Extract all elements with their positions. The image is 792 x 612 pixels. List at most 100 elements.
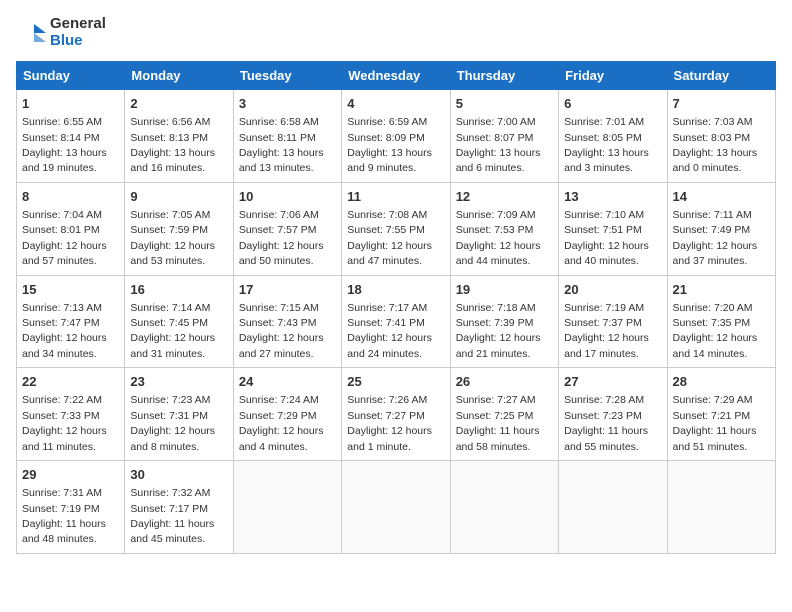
day-info: Sunrise: 7:11 AMSunset: 7:49 PMDaylight:… bbox=[673, 209, 758, 267]
day-cell bbox=[233, 461, 341, 554]
day-number: 6 bbox=[564, 95, 661, 113]
day-number: 4 bbox=[347, 95, 444, 113]
day-number: 7 bbox=[673, 95, 770, 113]
day-cell: 14 Sunrise: 7:11 AMSunset: 7:49 PMDayligh… bbox=[667, 182, 775, 275]
week-row-2: 8Sunrise: 7:04 AMSunset: 8:01 PMDaylight… bbox=[17, 182, 776, 275]
day-cell: 19 Sunrise: 7:18 AMSunset: 7:39 PMDayligh… bbox=[450, 275, 558, 368]
logo: General Blue bbox=[16, 16, 106, 49]
day-info: Sunrise: 6:59 AMSunset: 8:09 PMDaylight:… bbox=[347, 116, 432, 174]
day-info: Sunrise: 7:31 AMSunset: 7:19 PMDaylight:… bbox=[22, 487, 106, 545]
day-number: 27 bbox=[564, 373, 661, 391]
day-number: 14 bbox=[673, 188, 770, 206]
day-cell: 21Sunrise: 7:20 AMSunset: 7:35 PMDayligh… bbox=[667, 275, 775, 368]
header-cell-wednesday: Wednesday bbox=[342, 62, 450, 90]
day-number: 16 bbox=[130, 281, 227, 299]
header-cell-sunday: Sunday bbox=[17, 62, 125, 90]
day-info: Sunrise: 6:55 AMSunset: 8:14 PMDaylight:… bbox=[22, 116, 107, 174]
day-info: Sunrise: 7:15 AMSunset: 7:43 PMDaylight:… bbox=[239, 302, 324, 360]
day-cell: 2 Sunrise: 6:56 AMSunset: 8:13 PMDaylight… bbox=[125, 90, 233, 183]
day-cell: 24 Sunrise: 7:24 AMSunset: 7:29 PMDayligh… bbox=[233, 368, 341, 461]
day-info: Sunrise: 7:06 AMSunset: 7:57 PMDaylight:… bbox=[239, 209, 324, 267]
day-info: Sunrise: 7:00 AMSunset: 8:07 PMDaylight:… bbox=[456, 116, 541, 174]
day-number: 29 bbox=[22, 466, 119, 484]
week-row-1: 1 Sunrise: 6:55 AMSunset: 8:14 PMDaylight… bbox=[17, 90, 776, 183]
day-cell: 12 Sunrise: 7:09 AMSunset: 7:53 PMDayligh… bbox=[450, 182, 558, 275]
page-header: General Blue bbox=[16, 16, 776, 49]
day-info: Sunrise: 7:23 AMSunset: 7:31 PMDaylight:… bbox=[130, 394, 215, 452]
day-number: 9 bbox=[130, 188, 227, 206]
day-number: 25 bbox=[347, 373, 444, 391]
day-info: Sunrise: 7:04 AMSunset: 8:01 PMDaylight:… bbox=[22, 209, 107, 267]
day-info: Sunrise: 7:22 AMSunset: 7:33 PMDaylight:… bbox=[22, 394, 107, 452]
header-cell-thursday: Thursday bbox=[450, 62, 558, 90]
day-number: 30 bbox=[130, 466, 227, 484]
day-info: Sunrise: 7:03 AMSunset: 8:03 PMDaylight:… bbox=[673, 116, 758, 174]
day-info: Sunrise: 7:13 AMSunset: 7:47 PMDaylight:… bbox=[22, 302, 107, 360]
day-cell: 7 Sunrise: 7:03 AMSunset: 8:03 PMDaylight… bbox=[667, 90, 775, 183]
day-cell: 5 Sunrise: 7:00 AMSunset: 8:07 PMDaylight… bbox=[450, 90, 558, 183]
day-cell: 22 Sunrise: 7:22 AMSunset: 7:33 PMDayligh… bbox=[17, 368, 125, 461]
day-number: 19 bbox=[456, 281, 553, 299]
day-info: Sunrise: 6:56 AMSunset: 8:13 PMDaylight:… bbox=[130, 116, 215, 174]
day-info: Sunrise: 7:09 AMSunset: 7:53 PMDaylight:… bbox=[456, 209, 541, 267]
day-cell: 13 Sunrise: 7:10 AMSunset: 7:51 PMDayligh… bbox=[559, 182, 667, 275]
day-number: 17 bbox=[239, 281, 336, 299]
day-info: Sunrise: 7:10 AMSunset: 7:51 PMDaylight:… bbox=[564, 209, 649, 267]
day-info: Sunrise: 7:01 AMSunset: 8:05 PMDaylight:… bbox=[564, 116, 649, 174]
week-row-5: 29 Sunrise: 7:31 AMSunset: 7:19 PMDayligh… bbox=[17, 461, 776, 554]
day-cell: 20 Sunrise: 7:19 AMSunset: 7:37 PMDayligh… bbox=[559, 275, 667, 368]
day-cell: 25Sunrise: 7:26 AMSunset: 7:27 PMDayligh… bbox=[342, 368, 450, 461]
day-info: Sunrise: 7:32 AMSunset: 7:17 PMDaylight:… bbox=[130, 487, 214, 545]
day-info: Sunrise: 7:08 AMSunset: 7:55 PMDaylight:… bbox=[347, 209, 432, 267]
day-cell: 28 Sunrise: 7:29 AMSunset: 7:21 PMDayligh… bbox=[667, 368, 775, 461]
day-info: Sunrise: 7:05 AMSunset: 7:59 PMDaylight:… bbox=[130, 209, 215, 267]
day-info: Sunrise: 7:18 AMSunset: 7:39 PMDaylight:… bbox=[456, 302, 541, 360]
day-info: Sunrise: 7:14 AMSunset: 7:45 PMDaylight:… bbox=[130, 302, 215, 360]
day-info: Sunrise: 7:29 AMSunset: 7:21 PMDaylight:… bbox=[673, 394, 757, 452]
day-cell: 10Sunrise: 7:06 AMSunset: 7:57 PMDayligh… bbox=[233, 182, 341, 275]
day-cell bbox=[450, 461, 558, 554]
day-cell: 26Sunrise: 7:27 AMSunset: 7:25 PMDayligh… bbox=[450, 368, 558, 461]
day-number: 20 bbox=[564, 281, 661, 299]
day-cell: 4 Sunrise: 6:59 AMSunset: 8:09 PMDaylight… bbox=[342, 90, 450, 183]
day-cell: 15Sunrise: 7:13 AMSunset: 7:47 PMDayligh… bbox=[17, 275, 125, 368]
day-info: Sunrise: 7:17 AMSunset: 7:41 PMDaylight:… bbox=[347, 302, 432, 360]
day-cell bbox=[342, 461, 450, 554]
day-number: 11 bbox=[347, 188, 444, 206]
day-cell bbox=[667, 461, 775, 554]
day-info: Sunrise: 7:20 AMSunset: 7:35 PMDaylight:… bbox=[673, 302, 758, 360]
day-number: 28 bbox=[673, 373, 770, 391]
day-info: Sunrise: 7:19 AMSunset: 7:37 PMDaylight:… bbox=[564, 302, 649, 360]
day-cell: 8Sunrise: 7:04 AMSunset: 8:01 PMDaylight… bbox=[17, 182, 125, 275]
header-cell-tuesday: Tuesday bbox=[233, 62, 341, 90]
day-number: 18 bbox=[347, 281, 444, 299]
day-cell: 3 Sunrise: 6:58 AMSunset: 8:11 PMDaylight… bbox=[233, 90, 341, 183]
day-cell: 9 Sunrise: 7:05 AMSunset: 7:59 PMDaylight… bbox=[125, 182, 233, 275]
day-info: Sunrise: 7:24 AMSunset: 7:29 PMDaylight:… bbox=[239, 394, 324, 452]
day-number: 12 bbox=[456, 188, 553, 206]
day-number: 23 bbox=[130, 373, 227, 391]
day-number: 5 bbox=[456, 95, 553, 113]
day-cell: 16 Sunrise: 7:14 AMSunset: 7:45 PMDayligh… bbox=[125, 275, 233, 368]
day-cell bbox=[559, 461, 667, 554]
day-info: Sunrise: 6:58 AMSunset: 8:11 PMDaylight:… bbox=[239, 116, 324, 174]
day-cell: 17 Sunrise: 7:15 AMSunset: 7:43 PMDayligh… bbox=[233, 275, 341, 368]
day-cell: 29 Sunrise: 7:31 AMSunset: 7:19 PMDayligh… bbox=[17, 461, 125, 554]
day-number: 13 bbox=[564, 188, 661, 206]
header-cell-saturday: Saturday bbox=[667, 62, 775, 90]
header-row: SundayMondayTuesdayWednesdayThursdayFrid… bbox=[17, 62, 776, 90]
day-cell: 6 Sunrise: 7:01 AMSunset: 8:05 PMDaylight… bbox=[559, 90, 667, 183]
day-number: 3 bbox=[239, 95, 336, 113]
day-number: 24 bbox=[239, 373, 336, 391]
day-cell: 30 Sunrise: 7:32 AMSunset: 7:17 PMDayligh… bbox=[125, 461, 233, 554]
week-row-4: 22 Sunrise: 7:22 AMSunset: 7:33 PMDayligh… bbox=[17, 368, 776, 461]
day-info: Sunrise: 7:27 AMSunset: 7:25 PMDaylight:… bbox=[456, 394, 540, 452]
day-cell: 18 Sunrise: 7:17 AMSunset: 7:41 PMDayligh… bbox=[342, 275, 450, 368]
day-number: 1 bbox=[22, 95, 119, 113]
day-cell: 11 Sunrise: 7:08 AMSunset: 7:55 PMDayligh… bbox=[342, 182, 450, 275]
day-info: Sunrise: 7:28 AMSunset: 7:23 PMDaylight:… bbox=[564, 394, 648, 452]
day-number: 22 bbox=[22, 373, 119, 391]
day-number: 2 bbox=[130, 95, 227, 113]
day-cell: 1 Sunrise: 6:55 AMSunset: 8:14 PMDaylight… bbox=[17, 90, 125, 183]
week-row-3: 15Sunrise: 7:13 AMSunset: 7:47 PMDayligh… bbox=[17, 275, 776, 368]
